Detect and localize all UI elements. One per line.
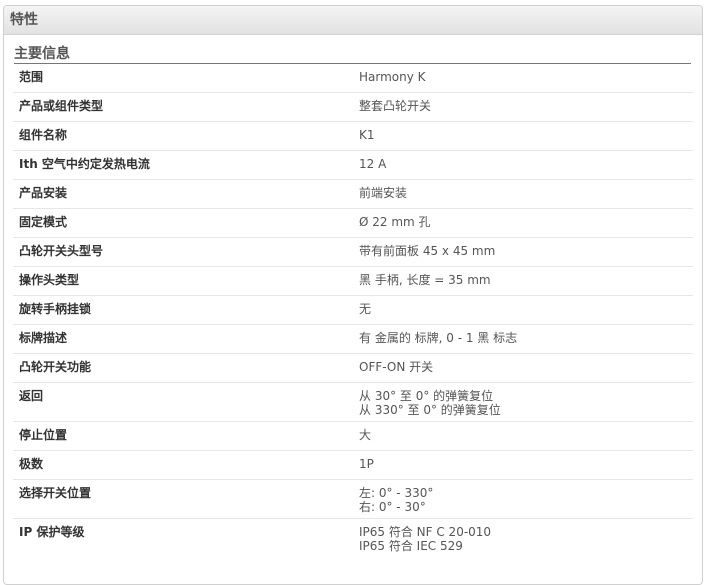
property-value: 前端安装 bbox=[353, 179, 693, 209]
property-value-line: 整套凸轮开关 bbox=[359, 99, 432, 113]
table-row: 组件名称 K1 bbox=[13, 121, 693, 151]
property-label: 产品安装 bbox=[13, 179, 353, 209]
property-value: Harmony K bbox=[353, 64, 693, 93]
property-value-line: 从 30° 至 0° 的弹簧复位 bbox=[359, 389, 494, 403]
property-label: 组件名称 bbox=[13, 121, 353, 151]
property-value: 整套凸轮开关 bbox=[353, 92, 693, 122]
property-value-line: Ø 22 mm 孔 bbox=[359, 215, 431, 229]
property-value-line: 黑 手柄, 长度 = 35 mm bbox=[359, 273, 491, 287]
characteristics-panel: 特性 主要信息 范围 Harmony K 产品或组件类型 整套凸轮开关 组件名称 K1 It… bbox=[3, 5, 703, 585]
property-value-line: 左: 0° - 330° bbox=[359, 486, 434, 500]
property-value: 12 A bbox=[353, 150, 693, 180]
property-label: 选择开关位置 bbox=[13, 479, 353, 519]
section-title: 主要信息 bbox=[14, 45, 691, 64]
table-row: 标牌描述有 金属的 标牌, 0 - 1 黑 标志 bbox=[13, 324, 693, 354]
property-label: Ith 空气中约定发热电流 bbox=[13, 150, 353, 180]
table-row: 固定模式 Ø 22 mm 孔 bbox=[13, 208, 693, 238]
table-row: 停止位置大 bbox=[13, 421, 693, 451]
property-label: 旋转手柄挂锁 bbox=[13, 295, 353, 325]
property-value: 1P bbox=[353, 450, 693, 480]
property-label: 凸轮开关头型号 bbox=[13, 237, 353, 267]
property-label: 凸轮开关功能 bbox=[13, 353, 353, 383]
property-value: 从 30° 至 0° 的弹簧复位从 330° 至 0° 的弹簧复位 bbox=[353, 382, 693, 422]
table-row: 凸轮开关头型号 带有前面板 45 x 45 mm bbox=[13, 237, 693, 267]
property-value: 带有前面板 45 x 45 mm bbox=[353, 237, 693, 267]
property-label: 产品或组件类型 bbox=[13, 92, 353, 122]
property-value: 无 bbox=[353, 295, 693, 325]
table-row: Ith 空气中约定发热电流 12 A bbox=[13, 150, 693, 180]
property-label: 固定模式 bbox=[13, 208, 353, 238]
property-value-line: 大 bbox=[359, 428, 372, 442]
properties-table: 范围 Harmony K 产品或组件类型 整套凸轮开关 组件名称 K1 Ith 空气中约定发… bbox=[13, 64, 693, 557]
property-value: 大 bbox=[353, 421, 693, 451]
table-row: 极数 1P bbox=[13, 450, 693, 480]
property-value-line: OFF-ON 开关 bbox=[359, 360, 434, 374]
property-value: OFF-ON 开关 bbox=[353, 353, 693, 383]
table-row: IP 保护等级 IP65 符合 NF C 20-010 IP65 符合 IEC 52… bbox=[13, 519, 693, 558]
property-value: 黑 手柄, 长度 = 35 mm bbox=[353, 266, 693, 296]
property-value-line: 从 330° 至 0° 的弹簧复位 bbox=[359, 403, 501, 417]
table-row: 操作头类型黑 手柄, 长度 = 35 mm bbox=[13, 266, 693, 296]
property-label: 返回 bbox=[13, 382, 353, 422]
property-label: 停止位置 bbox=[13, 421, 353, 451]
property-label: IP 保护等级 bbox=[19, 525, 85, 539]
property-value-line: K1 bbox=[359, 128, 375, 142]
property-label: 操作头类型 bbox=[13, 266, 353, 296]
property-label: 极数 bbox=[13, 450, 353, 480]
property-value-line: 前端安装 bbox=[359, 186, 408, 200]
table-row: 产品或组件类型 整套凸轮开关 bbox=[13, 92, 693, 122]
property-value-line: 有 金属的 标牌, 0 - 1 黑 标志 bbox=[359, 331, 518, 345]
property-value-line: 无 bbox=[359, 302, 372, 316]
property-value: 有 金属的 标牌, 0 - 1 黑 标志 bbox=[353, 324, 693, 354]
table-row: 凸轮开关功能 OFF-ON 开关 bbox=[13, 353, 693, 383]
property-value-line: Harmony K bbox=[359, 70, 426, 84]
table-row: 范围 Harmony K bbox=[13, 64, 693, 93]
property-value: K1 bbox=[353, 121, 693, 151]
property-label: 范围 bbox=[13, 64, 353, 93]
property-label: 标牌描述 bbox=[13, 324, 353, 354]
property-value: Ø 22 mm 孔 bbox=[353, 208, 693, 238]
property-value-line: 带有前面板 45 x 45 mm bbox=[359, 244, 496, 258]
property-value: IP65 符合 NF C 20-010 IP65 符合 IEC 529 bbox=[353, 519, 693, 558]
property-value-line: 1P bbox=[359, 457, 374, 471]
property-value-line: 12 A bbox=[359, 157, 387, 171]
table-row: 旋转手柄挂锁无 bbox=[13, 295, 693, 325]
property-value-line: IP65 符合 IEC 529 bbox=[359, 539, 463, 553]
table-row: 返回从 30° 至 0° 的弹簧复位从 330° 至 0° 的弹簧复位 bbox=[13, 382, 693, 422]
property-value: 左: 0° - 330° 右: 0° - 30° bbox=[353, 479, 693, 519]
table-row: 选择开关位置 左: 0° - 330° 右: 0° - 30° bbox=[13, 479, 693, 519]
property-value-line: 右: 0° - 30° bbox=[359, 500, 426, 514]
panel-header: 特性 bbox=[4, 6, 702, 35]
property-value-line: IP65 符合 NF C 20-010 bbox=[359, 525, 492, 539]
table-row: 产品安装 前端安装 bbox=[13, 179, 693, 209]
